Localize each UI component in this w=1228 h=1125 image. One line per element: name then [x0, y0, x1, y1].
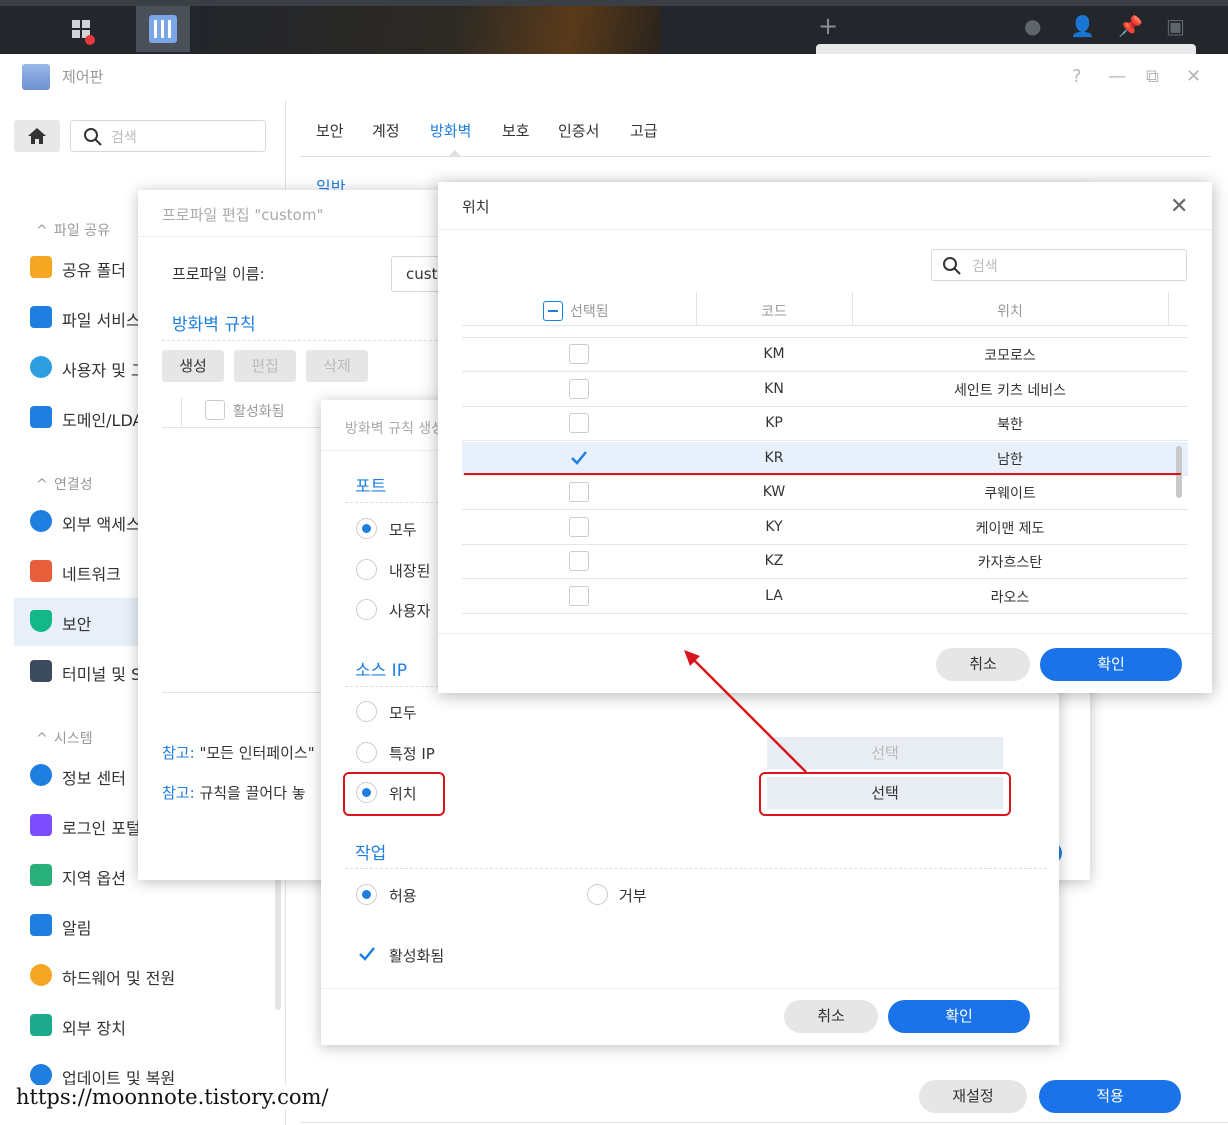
watermark-url: https://moonnote.tistory.com/: [14, 1085, 331, 1109]
annotation-arrow: [684, 650, 807, 773]
apply-button[interactable]: 적용: [1039, 1080, 1181, 1113]
reset-button[interactable]: 재설정: [919, 1080, 1027, 1113]
